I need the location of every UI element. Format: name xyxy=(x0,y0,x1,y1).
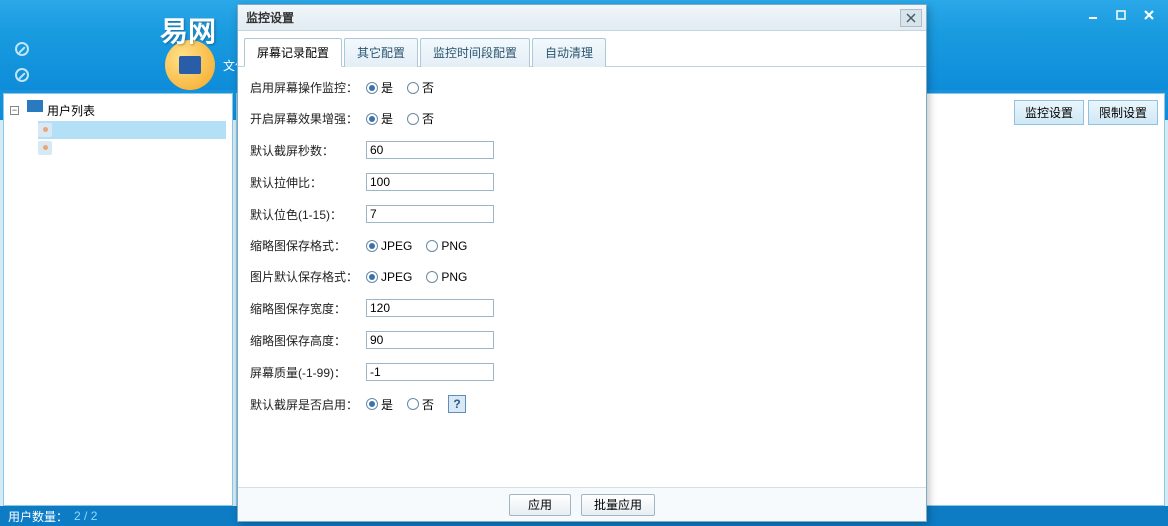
radio-icon xyxy=(426,240,438,252)
radio-image-format-jpeg[interactable]: JPEG xyxy=(366,270,412,284)
dialog-body: 启用屏幕操作监控： 是 否 开启屏幕效果增强： 是 否 默认截屏秒数： 默认拉伸… xyxy=(238,67,926,487)
radio-default-capture-enabled-yes[interactable]: 是 xyxy=(366,396,393,413)
row-thumb-height: 缩略图保存高度： xyxy=(248,331,916,349)
tab-restrict-settings[interactable]: 限制设置 xyxy=(1088,100,1158,125)
tree-root-label: 用户列表 xyxy=(47,102,95,119)
radio-thumb-format-jpeg[interactable]: JPEG xyxy=(366,239,412,253)
apply-button[interactable]: 应用 xyxy=(509,494,571,516)
forbid-icon xyxy=(15,42,29,56)
radio-enable-screen-enhance-yes[interactable]: 是 xyxy=(366,110,393,127)
radio-enable-screen-monitor-yes[interactable]: 是 xyxy=(366,79,393,96)
row-thumb-format: 缩略图保存格式： JPEG PNG xyxy=(248,237,916,254)
user-list-item[interactable] xyxy=(38,139,226,157)
user-icon xyxy=(38,141,52,155)
tab-monitor-settings[interactable]: 监控设置 xyxy=(1014,100,1084,125)
row-image-format: 图片默认保存格式： JPEG PNG xyxy=(248,268,916,285)
app-logo-text: 易网 xyxy=(160,10,216,50)
row-default-stretch: 默认拉伸比： xyxy=(248,173,916,191)
minimize-button[interactable] xyxy=(1079,5,1107,25)
row-screen-quality: 屏幕质量(-1-99)： xyxy=(248,363,916,381)
row-enable-screen-enhance: 开启屏幕效果增强： 是 否 xyxy=(248,110,916,127)
label-thumb-width: 缩略图保存宽度： xyxy=(248,300,366,317)
radio-thumb-format-png[interactable]: PNG xyxy=(426,239,467,253)
tree-children xyxy=(10,121,226,157)
maximize-button[interactable] xyxy=(1107,5,1135,25)
input-default-capture-sec[interactable] xyxy=(366,141,494,159)
monitor-settings-dialog: 监控设置 屏幕记录配置 其它配置 监控时间段配置 自动清理 启用屏幕操作监控： … xyxy=(237,4,927,522)
tree-expander-icon[interactable]: − xyxy=(10,106,19,115)
tab-auto-clean[interactable]: 自动清理 xyxy=(532,38,606,67)
user-icon xyxy=(38,123,52,137)
row-default-capture-enabled: 默认截屏是否启用： 是 否 ? xyxy=(248,395,916,413)
radio-icon xyxy=(426,271,438,283)
input-thumb-height[interactable] xyxy=(366,331,494,349)
tree-root[interactable]: − 用户列表 xyxy=(10,100,226,121)
label-enable-screen-monitor: 启用屏幕操作监控： xyxy=(248,79,366,96)
radio-icon xyxy=(407,113,419,125)
user-list-item[interactable] xyxy=(38,121,226,139)
dialog-close-button[interactable] xyxy=(900,9,922,27)
label-thumb-format: 缩略图保存格式： xyxy=(248,237,366,254)
input-default-bit-color[interactable] xyxy=(366,205,494,223)
close-button[interactable] xyxy=(1135,5,1163,25)
tab-screen-record[interactable]: 屏幕记录配置 xyxy=(244,38,342,67)
status-user-count-label: 用户数量： xyxy=(8,508,68,525)
label-thumb-height: 缩略图保存高度： xyxy=(248,332,366,349)
radio-icon xyxy=(366,113,378,125)
radio-default-capture-enabled-no[interactable]: 否 xyxy=(407,396,434,413)
radio-icon xyxy=(407,398,419,410)
label-default-stretch: 默认拉伸比： xyxy=(248,174,366,191)
status-user-count-value: 2 / 2 xyxy=(74,509,97,523)
sidebar: − 用户列表 xyxy=(3,93,233,506)
radio-icon xyxy=(366,398,378,410)
label-image-format: 图片默认保存格式： xyxy=(248,268,366,285)
radio-image-format-png[interactable]: PNG xyxy=(426,270,467,284)
dialog-title-bar: 监控设置 xyxy=(238,5,926,31)
tab-other-config[interactable]: 其它配置 xyxy=(344,38,418,67)
help-button[interactable]: ? xyxy=(448,395,466,413)
forbid-icon xyxy=(15,68,29,82)
label-default-capture-sec: 默认截屏秒数： xyxy=(248,142,366,159)
input-screen-quality[interactable] xyxy=(366,363,494,381)
dialog-title: 监控设置 xyxy=(246,9,294,26)
monitors-icon xyxy=(23,104,43,118)
radio-enable-screen-enhance-no[interactable]: 否 xyxy=(407,110,434,127)
radio-icon xyxy=(366,271,378,283)
dialog-tabs: 屏幕记录配置 其它配置 监控时间段配置 自动清理 xyxy=(238,31,926,67)
label-enable-screen-enhance: 开启屏幕效果增强： xyxy=(248,110,366,127)
label-default-capture-enabled: 默认截屏是否启用： xyxy=(248,396,366,413)
label-default-bit-color: 默认位色(1-15)： xyxy=(248,206,366,223)
input-thumb-width[interactable] xyxy=(366,299,494,317)
radio-icon xyxy=(366,240,378,252)
radio-icon xyxy=(366,82,378,94)
row-thumb-width: 缩略图保存宽度： xyxy=(248,299,916,317)
input-default-stretch[interactable] xyxy=(366,173,494,191)
dialog-footer: 应用 批量应用 xyxy=(238,487,926,521)
label-screen-quality: 屏幕质量(-1-99)： xyxy=(248,364,366,381)
tab-time-range[interactable]: 监控时间段配置 xyxy=(420,38,530,67)
row-default-bit-color: 默认位色(1-15)： xyxy=(248,205,916,223)
radio-icon xyxy=(407,82,419,94)
row-default-capture-sec: 默认截屏秒数： xyxy=(248,141,916,159)
row-enable-screen-monitor: 启用屏幕操作监控： 是 否 xyxy=(248,79,916,96)
batch-apply-button[interactable]: 批量应用 xyxy=(581,494,655,516)
content-tabs: 监控设置 限制设置 xyxy=(1014,100,1158,125)
radio-enable-screen-monitor-no[interactable]: 否 xyxy=(407,79,434,96)
